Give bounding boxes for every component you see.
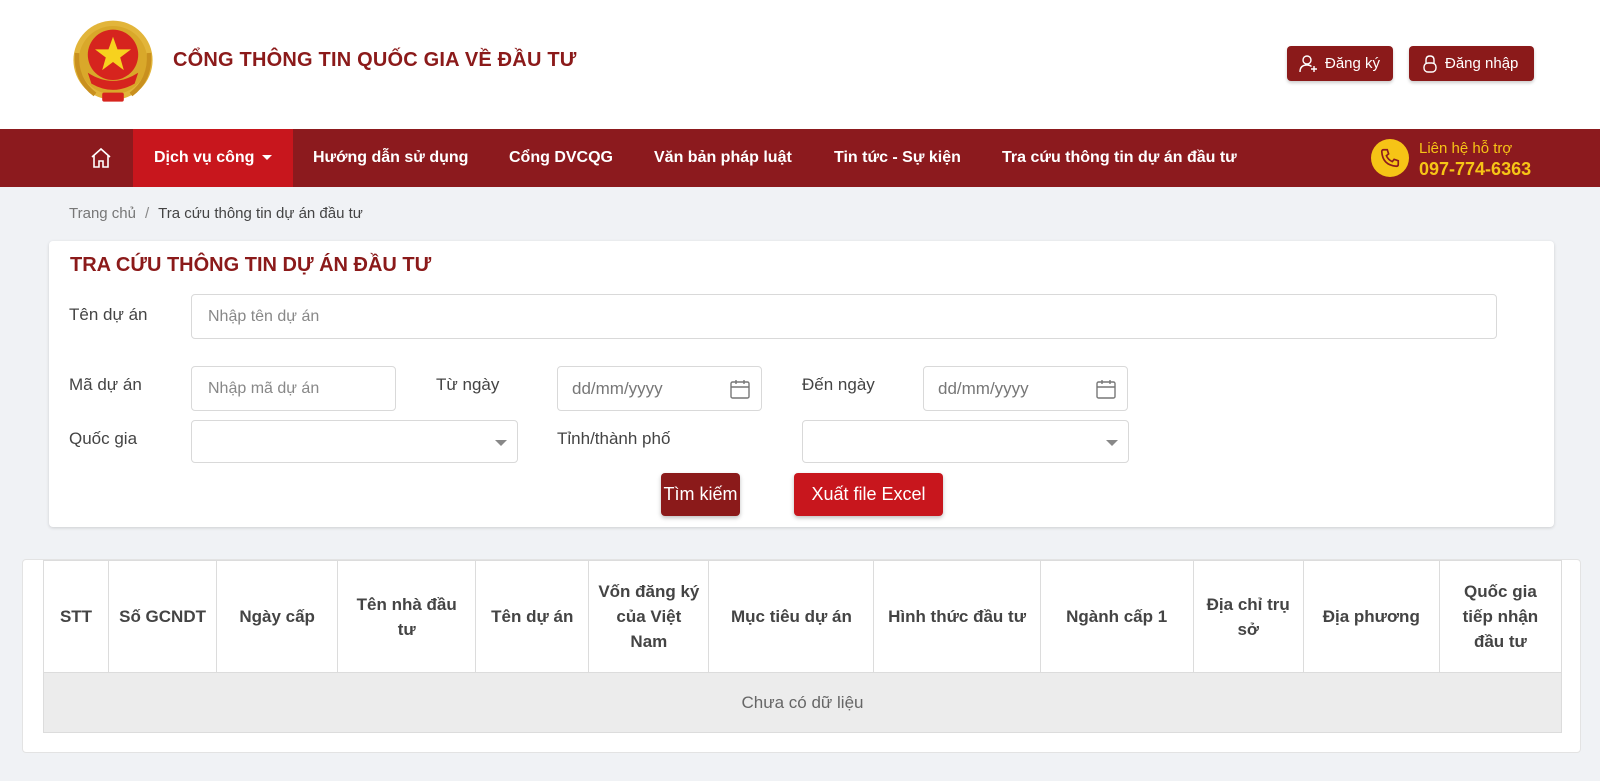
table-row: Chưa có dữ liệu [43,672,1562,733]
country-label: Quốc gia [69,429,138,448]
calendar-icon[interactable] [729,378,751,400]
from-date-label: Từ ngày [436,375,500,394]
export-excel-button[interactable]: Xuất file Excel [794,473,943,516]
column-header: Địa chỉ trụ sở [1192,560,1304,673]
nav-item-tin-tuc[interactable]: Tin tức - Sự kiện [834,129,961,187]
column-header: Tên nhà đầu tư [337,560,477,673]
column-header: Hình thức đầu tư [873,560,1041,673]
results-card: STT Số GCNDT Ngày cấp Tên nhà đầu tư Tên… [22,559,1581,753]
nav-item-tra-cuu[interactable]: Tra cứu thông tin dự án đầu tư [1002,129,1237,187]
nav-home-link[interactable] [86,143,116,173]
empty-table-message: Chưa có dữ liệu [43,672,1562,733]
column-header: Địa phương [1302,560,1440,673]
top-header: CỔNG THÔNG TIN QUỐC GIA VỀ ĐẦU TƯ Đăng k… [0,0,1600,129]
to-date-input[interactable] [924,367,1074,410]
register-label: Đăng ký [1325,55,1381,72]
nav-item-label: Dịch vụ công [154,149,255,166]
project-code-input[interactable] [191,366,396,411]
country-select[interactable] [191,420,518,463]
search-form-title: TRA CỨU THÔNG TIN DỰ ÁN ĐẦU TƯ [70,254,432,276]
dropdown-arrow-icon [495,440,507,446]
province-label: Tỉnh/thành phố [557,429,671,448]
caret-down-icon [262,155,273,161]
from-date-picker[interactable] [557,366,762,411]
nav-item-dich-vu-cong[interactable]: Dịch vụ công [133,129,294,187]
table-header-row: STT Số GCNDT Ngày cấp Tên nhà đầu tư Tên… [42,560,1563,673]
column-header: Ngành cấp 1 [1039,560,1194,673]
breadcrumb-home-link[interactable]: Trang chủ [69,205,136,222]
dropdown-arrow-icon [1106,440,1118,446]
breadcrumb-current: Tra cứu thông tin dự án đầu tư [158,205,363,222]
column-header: Quốc gia tiếp nhận đầu tư [1438,560,1563,673]
column-header: STT [42,560,110,673]
register-button[interactable]: Đăng ký [1287,46,1393,81]
search-button[interactable]: Tìm kiếm [661,473,740,516]
column-header: Số GCNDT [108,560,218,673]
user-plus-icon [1299,54,1317,72]
home-icon [91,147,111,168]
calendar-icon[interactable] [1095,378,1117,400]
main-navbar: Dịch vụ công Hướng dẫn sử dụng Cổng DVCQ… [0,129,1600,187]
nav-item-cong-dvcqg[interactable]: Cổng DVCQG [509,129,613,187]
to-date-picker[interactable] [923,366,1128,411]
column-header: Mục tiêu dự án [708,560,875,673]
to-date-label: Đến ngày [802,375,875,394]
login-button[interactable]: Đăng nhập [1409,46,1534,81]
column-header: Tên dự án [475,560,590,673]
hotline-number[interactable]: 097-774-6363 [1419,159,1531,180]
phone-icon [1371,139,1409,177]
results-table: STT Số GCNDT Ngày cấp Tên nhà đầu tư Tên… [42,560,1563,733]
hotline-label: Liên hệ hỗ trợ [1419,140,1513,157]
nav-item-huong-dan[interactable]: Hướng dẫn sử dụng [313,129,468,187]
breadcrumb: Trang chủ / Tra cứu thông tin dự án đầu tư [69,205,363,222]
project-code-label: Mã dự án [69,375,142,394]
login-label: Đăng nhập [1445,55,1519,72]
nav-item-van-ban[interactable]: Văn bản pháp luật [654,129,792,187]
column-header: Ngày cấp [216,560,339,673]
project-name-label: Tên dự án [69,305,148,324]
column-header: Vốn đăng ký của Việt Nam [588,560,710,673]
from-date-input[interactable] [558,367,708,410]
breadcrumb-separator: / [144,205,150,222]
national-emblem-logo[interactable] [68,17,158,107]
search-form-card: TRA CỨU THÔNG TIN DỰ ÁN ĐẦU TƯ Tên dự án… [49,241,1554,527]
lock-icon [1423,54,1437,73]
province-select[interactable] [802,420,1129,463]
site-title[interactable]: CỔNG THÔNG TIN QUỐC GIA VỀ ĐẦU TƯ [173,49,577,72]
project-name-input[interactable] [191,294,1497,339]
